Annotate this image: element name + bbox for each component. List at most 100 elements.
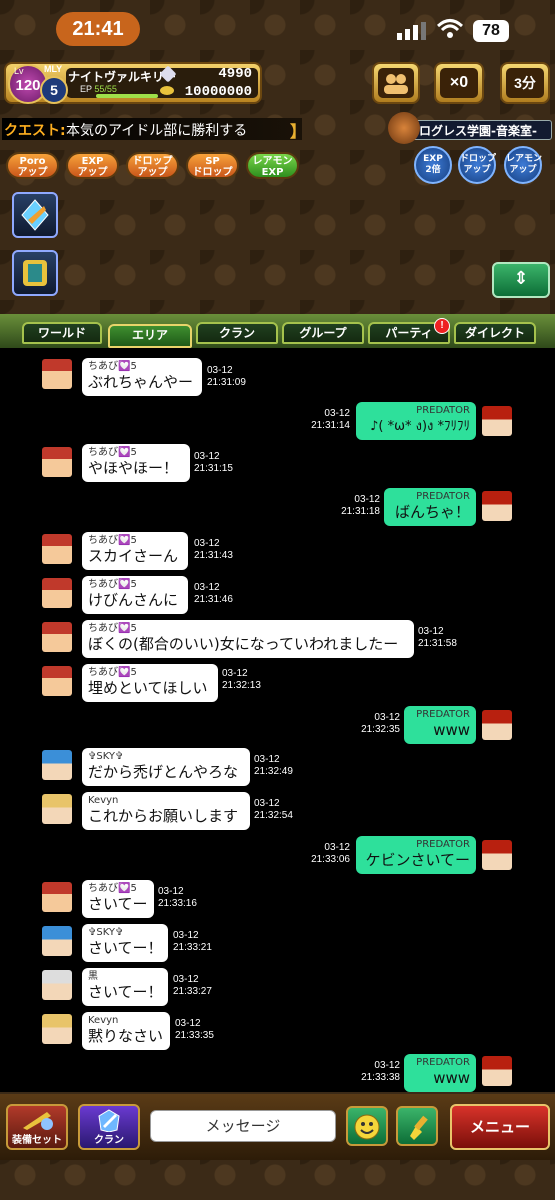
avatar[interactable] xyxy=(42,882,72,912)
round-buff-drop[interactable]: ドロップ アップ xyxy=(458,146,496,184)
avatar[interactable] xyxy=(42,750,72,780)
chat-bubble: ちあび💟5 ぼくの(都合のいい)女になっていわれましたー xyxy=(82,620,414,658)
sender-name: PREDATOR xyxy=(416,491,470,502)
message-text: 埋めといてほしい xyxy=(88,679,208,697)
round-buff-exp[interactable]: EXP 2倍 xyxy=(414,146,452,184)
timestamp: 03-12 21:33:16 xyxy=(158,886,197,909)
timestamp: 03-12 21:31:09 xyxy=(207,365,246,388)
message-text: やほやほー！ xyxy=(88,459,179,477)
expand-chat-button[interactable]: ⇕ xyxy=(492,262,550,298)
avatar[interactable] xyxy=(482,710,512,740)
buff-drop[interactable]: ドロップ アップ xyxy=(126,152,179,179)
timestamp: 03-12 21:31:58 xyxy=(418,626,457,649)
chat-bubble: PREDATOR www xyxy=(404,706,476,744)
tab-world[interactable]: ワールド xyxy=(22,322,102,344)
message-text: だから禿げとんやろな xyxy=(88,763,239,781)
armor-icon xyxy=(23,260,47,286)
timestamp: 03-12 21:33:27 xyxy=(173,974,212,997)
menu-button[interactable]: メニュー xyxy=(450,1104,550,1150)
avatar[interactable] xyxy=(42,926,72,956)
chat-bubble: ✞SKY✞ さいてー！ xyxy=(82,924,168,962)
sender-name: ちあび💟5 xyxy=(88,883,137,894)
avatar[interactable] xyxy=(482,1056,512,1086)
level-label: Lv xyxy=(14,66,24,76)
chat-bubble: PREDATOR ばんちゃ！ xyxy=(384,488,476,526)
avatar[interactable] xyxy=(482,491,512,521)
message-text: けびんさんに xyxy=(88,591,179,609)
buff-drop-label: ドロップ アップ xyxy=(132,156,173,178)
chat-bubble: Kevyn 黙りなさい xyxy=(82,1012,170,1050)
round-buff-exp-label: EXP 2倍 xyxy=(423,154,443,175)
avatar[interactable] xyxy=(42,359,72,389)
emoji-button[interactable] xyxy=(346,1106,388,1146)
equip-set-button[interactable]: 装備セット xyxy=(6,1104,68,1150)
avatar[interactable] xyxy=(42,447,72,477)
message-text: ばんちゃ！ xyxy=(394,503,470,521)
message-text: ぼくの(都合のいい)女になっていわれましたー xyxy=(88,635,399,653)
tab-area[interactable]: エリア xyxy=(108,324,192,348)
chat-bubble: PREDATOR www xyxy=(404,1054,476,1092)
avatar[interactable] xyxy=(42,970,72,1000)
sender-name: PREDATOR xyxy=(416,839,470,850)
sender-name: ちあび💟5 xyxy=(88,361,137,372)
message-text: さいてー！ xyxy=(88,983,163,1001)
avatar[interactable] xyxy=(482,840,512,870)
message-text: さいてー！ xyxy=(88,939,163,957)
sender-name: ちあび💟5 xyxy=(88,579,137,590)
avatar[interactable] xyxy=(42,534,72,564)
skill-slot-2[interactable] xyxy=(12,250,58,296)
buff-raremon[interactable]: レアモン EXP xyxy=(246,152,299,179)
timestamp: 03-12 21:31:15 xyxy=(194,451,233,474)
message-text: www xyxy=(433,721,470,739)
message-text: スカイさーん xyxy=(88,547,179,565)
clock: 21:41 xyxy=(56,12,140,46)
home-indicator-area xyxy=(0,1160,555,1200)
location-icon xyxy=(388,112,420,144)
avatar[interactable] xyxy=(42,794,72,824)
chat-bubble: ちあび💟5 ぶれちゃんやー xyxy=(82,358,202,396)
buff-poro[interactable]: Poro アップ xyxy=(6,152,59,179)
equip-set-label: 装備セット xyxy=(12,1135,62,1146)
chat-bubble: ✞SKY✞ だから禿げとんやろな xyxy=(82,748,250,786)
round-buff-raremon-label: レアモン アップ xyxy=(506,154,543,175)
chat-log[interactable]: ちあび💟5 ぶれちゃんやー 03-12 21:31:09 PREDATOR ♪( *ω… xyxy=(0,348,555,1092)
tab-clan[interactable]: クラン xyxy=(196,322,278,344)
buff-exp-label: EXP アップ xyxy=(77,156,108,178)
ticket-button[interactable]: ×0 xyxy=(434,62,484,104)
round-buff-raremon[interactable]: レアモン アップ xyxy=(504,146,542,184)
ep-value: 55/55 xyxy=(94,84,117,94)
tab-group[interactable]: グループ xyxy=(282,322,364,344)
buff-exp[interactable]: EXP アップ xyxy=(66,152,119,179)
message-input[interactable]: メッセージ xyxy=(150,1110,336,1142)
skill-slot-1[interactable] xyxy=(12,192,58,238)
buff-sp-label: SP ドロップ xyxy=(192,156,233,178)
equipment-icon xyxy=(23,1112,53,1130)
avatar[interactable] xyxy=(42,622,72,652)
ticket-count: ×0 xyxy=(440,68,478,98)
brush-icon xyxy=(410,1115,428,1140)
stamp-button[interactable] xyxy=(396,1106,438,1146)
buff-sp[interactable]: SP ドロップ xyxy=(186,152,239,179)
chat-bubble: Kevyn これからお願いします xyxy=(82,792,250,830)
tab-direct[interactable]: ダイレクト xyxy=(454,322,536,344)
avatar[interactable] xyxy=(482,406,512,436)
timer-button[interactable]: 3分 xyxy=(500,62,550,104)
friends-button[interactable] xyxy=(372,62,420,104)
avatar[interactable] xyxy=(42,1014,72,1044)
expand-arrows-icon: ⇕ xyxy=(513,268,529,289)
avatar[interactable] xyxy=(42,666,72,696)
friends-icon xyxy=(384,74,408,94)
clan-button[interactable]: クラン xyxy=(78,1104,140,1150)
gold-count: 10000000 xyxy=(184,84,252,100)
message-text: これからお願いします xyxy=(88,807,239,825)
chat-bubble: ちあび💟5 埋めといてほしい xyxy=(82,664,218,702)
sender-name: PREDATOR xyxy=(416,405,470,416)
quest-text: 本気のアイドル部に勝利する xyxy=(66,123,248,139)
sender-name: Kevyn xyxy=(88,1015,119,1026)
sender-name: ちあび💟5 xyxy=(88,447,137,458)
timestamp: 03-12 21:31:14 xyxy=(311,408,350,431)
sender-name: ✞SKY✞ xyxy=(88,751,124,762)
timestamp: 03-12 21:32:49 xyxy=(254,754,293,777)
avatar[interactable] xyxy=(42,578,72,608)
signal-icon xyxy=(397,22,426,40)
